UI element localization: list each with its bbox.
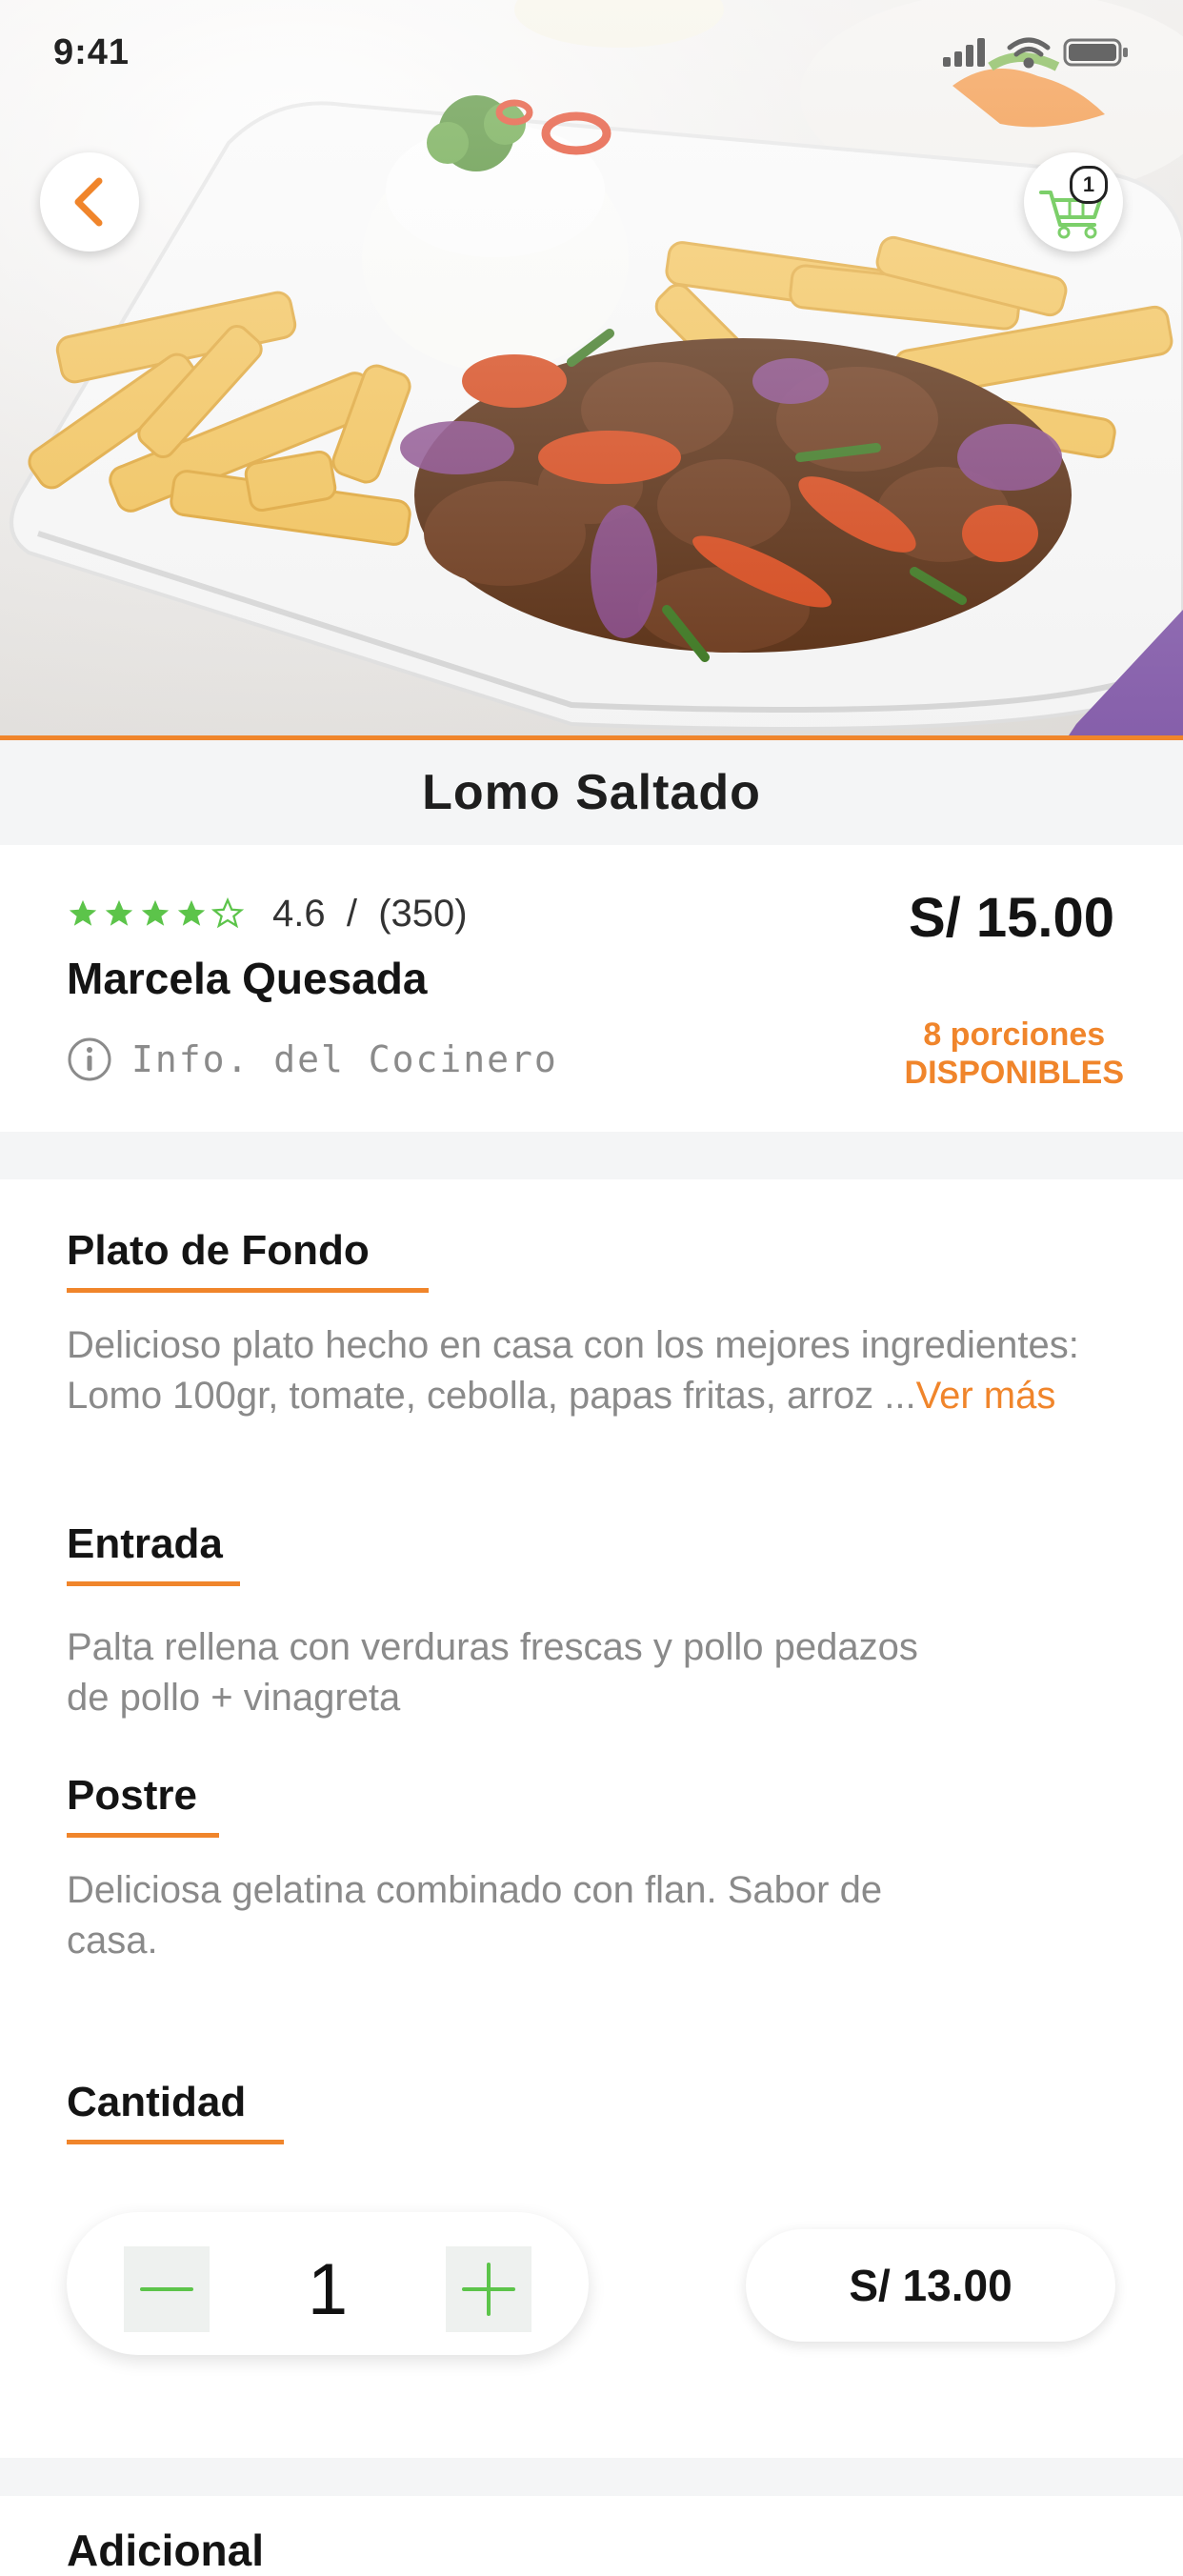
portions-label: DISPONIBLES — [904, 1055, 1124, 1091]
section-title-dessert: Postre — [67, 1772, 197, 1819]
status-icons — [943, 34, 1133, 69]
review-count: (350) — [378, 892, 468, 935]
cart-button[interactable]: 1 — [1024, 152, 1123, 252]
chef-info-label: Info. del Cocinero — [131, 1038, 558, 1080]
section-underline — [67, 2140, 284, 2144]
status-bar: 9:41 — [0, 0, 1183, 105]
plus-icon — [462, 2263, 515, 2316]
star-icon — [141, 899, 170, 926]
info-icon — [68, 1037, 111, 1081]
section-title-quantity: Cantidad — [67, 2079, 247, 2125]
section-underline — [67, 1581, 240, 1586]
wifi-icon — [1007, 37, 1051, 69]
rating-stars — [67, 897, 244, 930]
back-icon — [74, 177, 103, 227]
section-title-extras: Adicional — [67, 2526, 265, 2575]
signal-icon — [943, 38, 985, 67]
increase-button[interactable] — [446, 2246, 531, 2332]
status-time: 9:41 — [53, 32, 130, 72]
rating-summary: 4.6 / (350) — [272, 893, 468, 936]
title-bar: Lomo Saltado — [0, 740, 1183, 845]
chef-info-link[interactable]: Info. del Cocinero — [67, 1036, 558, 1082]
star-outline-icon — [211, 897, 244, 929]
back-button[interactable] — [40, 152, 139, 252]
chef-name: Marcela Quesada — [67, 954, 428, 1003]
section-title-starter: Entrada — [67, 1520, 223, 1567]
dish-title: Lomo Saltado — [422, 765, 761, 820]
star-icon — [69, 899, 97, 926]
section-title-main: Plato de Fondo — [67, 1227, 370, 1274]
rating-separator: / — [346, 892, 357, 935]
dish-price: S/ 15.00 — [908, 887, 1114, 949]
cart-icon — [1039, 191, 1102, 239]
section-desc-starter: Palta rellena con verduras frescas y pol… — [67, 1626, 918, 1719]
section-separator — [0, 2458, 1183, 2496]
rating-value: 4.6 — [272, 892, 326, 935]
section-underline — [67, 1288, 429, 1293]
portions-count: 8 porciones — [923, 1016, 1106, 1053]
dish-photo — [0, 0, 1183, 738]
total-price-button[interactable]: S/ 13.00 — [746, 2229, 1115, 2342]
battery-icon — [1063, 38, 1128, 67]
see-more-link[interactable]: Ver más — [916, 1375, 1056, 1417]
star-icon — [177, 899, 206, 926]
portions-available: 8 porciones DISPONIBLES — [905, 1016, 1124, 1092]
section-underline — [67, 1833, 219, 1838]
section-separator — [0, 1132, 1183, 1179]
quantity-stepper: 1 — [67, 2212, 589, 2355]
rating-row: 4.6 / (350) — [67, 890, 468, 937]
star-icon — [105, 899, 133, 926]
section-desc-dessert: Deliciosa gelatina combinado con flan. S… — [67, 1869, 883, 1962]
cart-count-badge: 1 — [1070, 166, 1108, 204]
section-desc-main: Delicioso plato hecho en casa con los me… — [67, 1320, 1095, 1421]
